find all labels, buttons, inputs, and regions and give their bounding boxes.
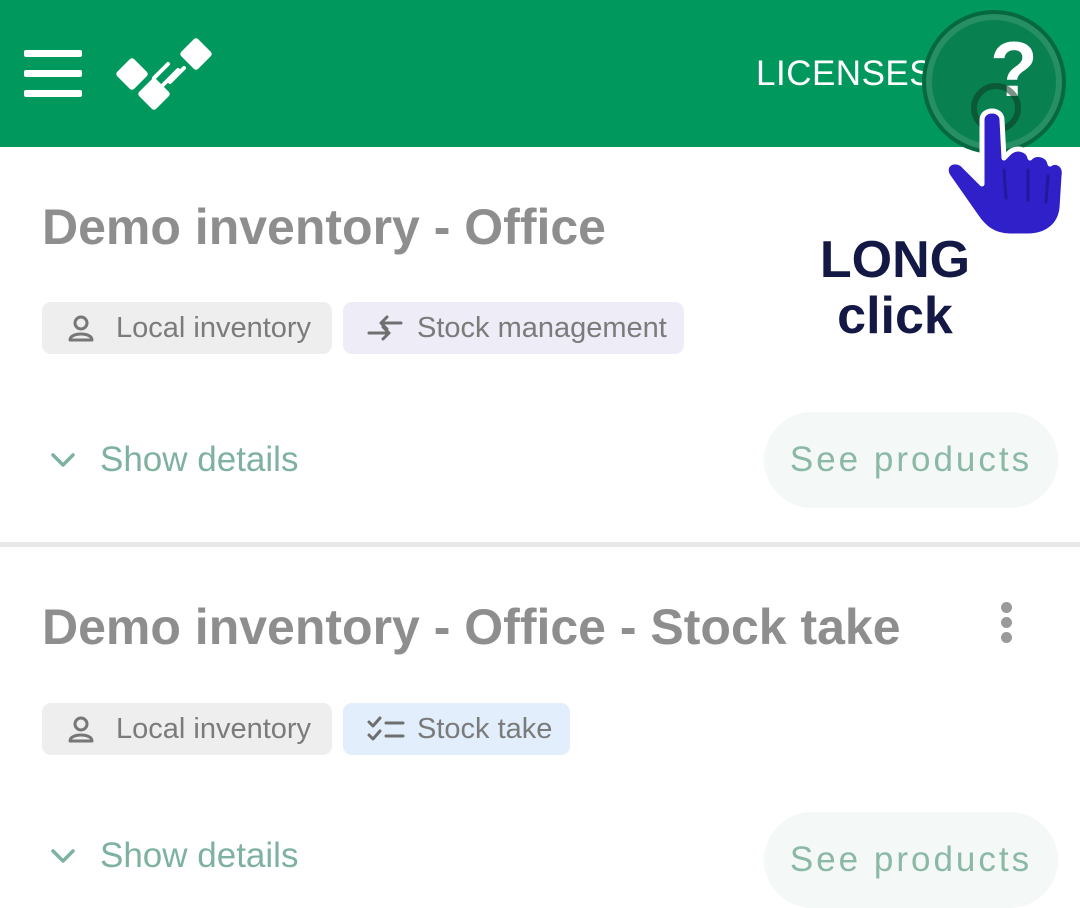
chip-label: Local inventory [116,311,312,344]
hamburger-menu-icon[interactable] [24,50,84,98]
inventory-title[interactable]: Demo inventory - Office [42,198,606,256]
show-details-label: Show details [100,440,299,479]
chevron-down-icon [51,453,75,467]
pointing-hand-icon [943,83,1067,239]
app-logo [116,38,212,110]
chip-stock-management: Stock management [343,302,684,354]
transfer-arrows-icon [367,313,407,343]
person-icon [66,714,106,744]
chip-local-inventory: Local inventory [42,703,332,755]
see-products-button[interactable]: See products [764,412,1058,508]
chip-local-inventory: Local inventory [42,302,332,354]
more-options-icon[interactable] [994,600,1020,646]
person-icon [66,313,106,343]
chevron-down-icon [51,849,75,863]
see-products-button[interactable]: See products [764,812,1058,908]
chip-label: Stock management [417,311,667,344]
licenses-button[interactable]: LICENSES [756,54,933,94]
chip-stock-take: Stock take [343,703,570,755]
show-details-button[interactable]: Show details [46,836,298,876]
chip-label: Stock take [417,712,553,745]
card-divider [0,542,1080,547]
chip-label: Local inventory [116,712,312,745]
inventory-title[interactable]: Demo inventory - Office - Stock take [42,598,901,656]
annotation-line-2: click [837,287,953,345]
app-bar: LICENSES ? [0,0,1080,154]
long-click-annotation: LONG click [800,232,990,344]
show-details-button[interactable]: Show details [46,440,298,480]
show-details-label: Show details [100,836,299,875]
checklist-icon [367,714,407,744]
annotation-line-1: LONG [819,231,971,289]
